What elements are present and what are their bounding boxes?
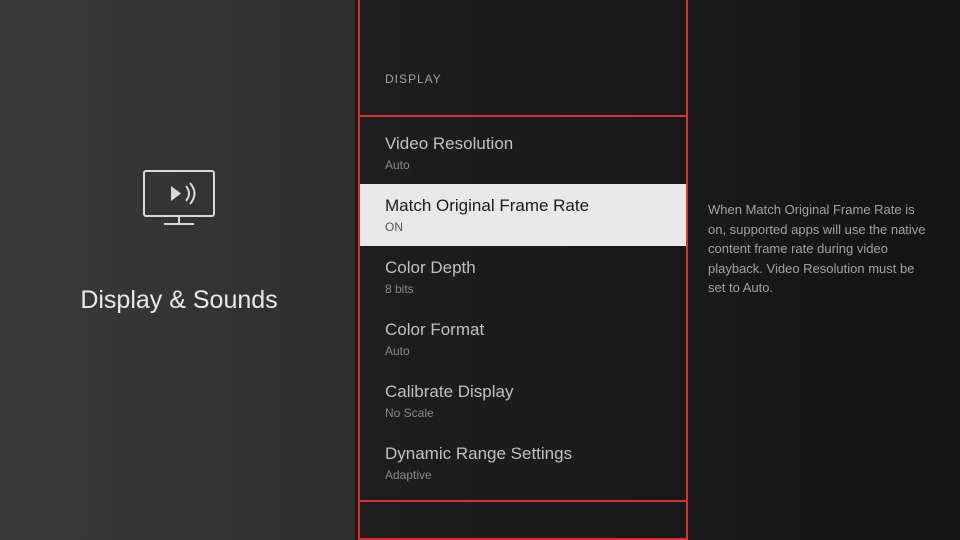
settings-menu-panel: DISPLAY Video Resolution Auto Match Orig… (358, 0, 688, 540)
section-header: DISPLAY (385, 72, 442, 86)
menu-item-color-format[interactable]: Color Format Auto (360, 308, 686, 370)
description-panel: When Match Original Frame Rate is on, su… (688, 0, 960, 540)
menu-item-value: No Scale (385, 406, 661, 420)
setting-description: When Match Original Frame Rate is on, su… (708, 200, 930, 298)
menu-item-title: Color Depth (385, 258, 661, 278)
page-title: Display & Sounds (80, 286, 277, 315)
menu-item-title: Video Resolution (385, 134, 661, 154)
menu-item-value: Adaptive (385, 468, 661, 482)
menu-item-title: Calibrate Display (385, 382, 661, 402)
menu-item-title: Color Format (385, 320, 661, 340)
menu-item-value: Auto (385, 158, 661, 172)
menu-item-dynamic-range[interactable]: Dynamic Range Settings Adaptive (360, 432, 686, 494)
menu-list: Video Resolution Auto Match Original Fra… (360, 122, 686, 494)
menu-item-video-resolution[interactable]: Video Resolution Auto (360, 122, 686, 184)
left-panel: Display & Sounds (0, 0, 358, 540)
menu-item-title: Match Original Frame Rate (385, 196, 661, 216)
menu-item-calibrate-display[interactable]: Calibrate Display No Scale (360, 370, 686, 432)
menu-item-match-frame-rate[interactable]: Match Original Frame Rate ON (360, 184, 686, 246)
menu-item-value: 8 bits (385, 282, 661, 296)
menu-item-color-depth[interactable]: Color Depth 8 bits (360, 246, 686, 308)
menu-item-value: Auto (385, 344, 661, 358)
display-sounds-icon (134, 166, 224, 236)
menu-item-title: Dynamic Range Settings (385, 444, 661, 464)
menu-item-value: ON (385, 220, 661, 234)
